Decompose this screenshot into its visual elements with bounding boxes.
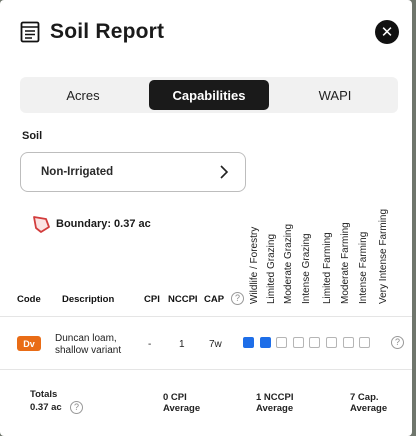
row-nccpi: 1 — [179, 339, 185, 350]
column-header-code: Code — [17, 294, 41, 305]
totals-divider — [0, 369, 412, 370]
cap-header-intense-farming: Intense Farming — [358, 231, 369, 304]
totals-cpi-sub: Average — [163, 403, 201, 414]
capability-box-8 — [359, 337, 371, 348]
totals-cap-value: 7 Cap. — [350, 392, 379, 403]
tab-acres[interactable]: Acres — [23, 80, 143, 110]
totals-help-icon[interactable]: ? — [70, 401, 83, 414]
cap-header-moderate-farming: Moderate Farming — [340, 222, 351, 304]
soil-code-badge: Dv — [17, 336, 41, 351]
header: Soil Report — [20, 18, 164, 46]
totals-cap: 7 Cap. Average — [350, 392, 387, 414]
column-header-cap: CAP — [204, 294, 225, 305]
boundary-text: Boundary: 0.37 ac — [56, 218, 151, 230]
capability-box-4 — [292, 337, 304, 348]
cap-header-intense-grazing: Intense Grazing — [301, 233, 312, 304]
totals-label: Totals — [30, 389, 58, 400]
soil-label: Soil — [22, 130, 43, 142]
capability-box-1 — [243, 337, 254, 348]
totals-acres: 0.37 ac — [30, 402, 62, 413]
tab-wapi[interactable]: WAPI — [275, 80, 395, 110]
help-icon[interactable]: ? — [231, 292, 244, 305]
capability-box-5 — [309, 337, 321, 348]
row-description-line2: shallow variant — [55, 345, 122, 356]
row-description: Duncan loam, shallow variant — [55, 333, 121, 357]
soil-type-select[interactable]: Non-Irrigated — [20, 152, 246, 192]
close-button[interactable]: ✕ — [375, 20, 399, 44]
capability-box-2 — [259, 337, 271, 348]
cap-header-wildlife-forestry: Wildlife / Forestry — [249, 226, 260, 304]
header-divider — [0, 316, 412, 317]
totals-nccpi-value: 1 NCCPI — [256, 392, 294, 403]
cap-header-limited-farming: Limited Farming — [322, 232, 333, 304]
row-cpi: - — [148, 339, 152, 350]
report-document-icon — [20, 21, 40, 43]
boundary-info: Boundary: 0.37 ac — [32, 214, 151, 234]
cap-header-limited-grazing: Limited Grazing — [266, 233, 277, 304]
capability-box-6 — [325, 337, 337, 348]
row-description-line1: Duncan loam, — [55, 333, 117, 344]
column-header-nccpi: NCCPI — [168, 294, 198, 305]
boundary-polygon-icon — [33, 216, 50, 233]
column-header-description: Description — [62, 294, 115, 305]
cap-header-very-intense-farming: Very Intense Farming — [378, 208, 389, 304]
totals-cap-sub: Average — [350, 403, 388, 414]
capability-box-7 — [342, 337, 354, 348]
cap-header-moderate-grazing: Moderate Grazing — [283, 223, 294, 304]
capability-boxes — [243, 337, 376, 348]
tab-bar: Acres Capabilities WAPI — [20, 77, 398, 113]
column-header-cpi: CPI — [144, 294, 160, 305]
soil-type-value: Non-Irrigated — [41, 166, 114, 178]
page-title: Soil Report — [50, 20, 165, 43]
chevron-right-icon — [220, 165, 229, 179]
close-icon: ✕ — [380, 23, 394, 41]
totals-nccpi-sub: Average — [256, 403, 294, 414]
totals-cpi-value: 0 CPI — [163, 392, 187, 403]
row-cap: 7w — [209, 339, 222, 350]
capability-box-3 — [276, 337, 288, 348]
soil-report-panel: Soil Report ✕ Acres Capabilities WAPI So… — [0, 0, 412, 436]
totals-nccpi: 1 NCCPI Average — [256, 392, 293, 414]
row-help-icon[interactable]: ? — [391, 336, 404, 349]
totals-cpi: 0 CPI Average — [163, 392, 200, 414]
tab-capabilities[interactable]: Capabilities — [149, 80, 269, 110]
